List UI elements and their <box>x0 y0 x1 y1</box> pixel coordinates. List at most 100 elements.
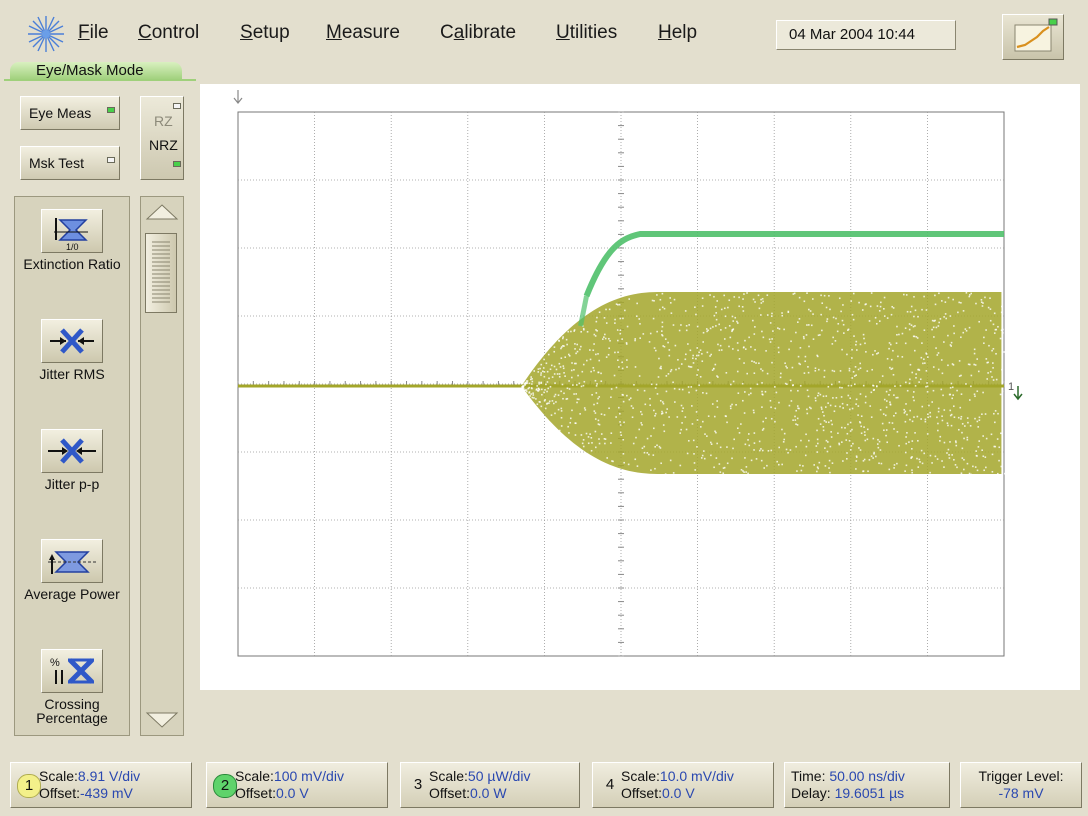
noise-speckle <box>1000 329 1003 331</box>
scrollbar-thumb[interactable] <box>145 233 177 313</box>
noise-speckle <box>896 396 899 399</box>
noise-speckle <box>621 393 624 396</box>
trigger-status[interactable]: Trigger Level: -78 mV <box>960 762 1082 808</box>
timebase-status[interactable]: Time: 50.00 ns/div Delay: 19.6051 µs <box>784 762 950 808</box>
noise-speckle <box>926 433 929 435</box>
jitter-rms-tool[interactable]: Jitter RMS <box>23 319 121 381</box>
noise-speckle <box>783 438 786 441</box>
noise-speckle <box>838 381 841 383</box>
noise-speckle <box>644 403 647 406</box>
noise-speckle <box>914 432 916 434</box>
noise-speckle <box>762 300 764 303</box>
noise-speckle <box>592 367 595 369</box>
noise-speckle <box>541 370 544 373</box>
noise-speckle <box>525 380 528 382</box>
menu-utilities[interactable]: Utilities <box>556 22 617 44</box>
noise-speckle <box>905 442 908 445</box>
noise-speckle <box>562 344 564 347</box>
noise-speckle <box>558 373 561 375</box>
noise-speckle <box>672 472 675 474</box>
noise-speckle <box>986 361 989 364</box>
average-power-button[interactable] <box>41 539 103 583</box>
channel-2-status[interactable]: 2 Scale:100 mV/div Offset:0.0 V <box>206 762 388 808</box>
noise-speckle <box>945 317 948 320</box>
jitter-pp-button[interactable] <box>41 429 103 473</box>
eye-mask-mode-tab[interactable]: Eye/Mask Mode <box>10 62 182 80</box>
noise-speckle <box>574 422 577 424</box>
application-launch-button[interactable] <box>1002 14 1064 60</box>
mask-test-button[interactable]: Msk Test <box>20 146 120 180</box>
jitter-pp-tool[interactable]: Jitter p-p <box>23 429 121 491</box>
noise-speckle <box>630 405 633 407</box>
noise-speckle <box>697 369 699 371</box>
noise-speckle <box>598 396 601 398</box>
noise-speckle <box>819 334 821 336</box>
toolbar-scrollbar[interactable] <box>140 196 184 736</box>
noise-speckle <box>993 412 995 415</box>
noise-speckle <box>925 353 928 355</box>
noise-speckle <box>853 335 855 337</box>
noise-speckle <box>607 353 610 356</box>
scroll-down-icon[interactable] <box>145 711 179 729</box>
noise-speckle <box>662 345 665 347</box>
noise-speckle <box>760 448 762 450</box>
noise-speckle <box>551 376 554 378</box>
menu-calibrate[interactable]: Calibrate <box>440 22 516 44</box>
channel-4-status[interactable]: 4 Scale:10.0 mV/div Offset:0.0 V <box>592 762 774 808</box>
menu-help[interactable]: Help <box>658 22 697 44</box>
noise-speckle <box>576 350 579 353</box>
noise-speckle <box>753 361 755 363</box>
noise-speckle <box>554 382 556 384</box>
noise-speckle <box>753 449 755 451</box>
channel-1-status[interactable]: 1 Scale:8.91 V/div Offset:-439 mV <box>10 762 192 808</box>
noise-speckle <box>598 438 600 440</box>
noise-speckle <box>943 441 946 444</box>
noise-speckle <box>842 407 844 409</box>
menu-control[interactable]: Control <box>138 22 199 44</box>
noise-speckle <box>560 425 563 427</box>
noise-speckle <box>860 432 863 435</box>
noise-speckle <box>844 427 846 429</box>
menu-file[interactable]: File <box>78 22 109 44</box>
scroll-up-icon[interactable] <box>145 203 179 221</box>
extinction-ratio-button[interactable]: 1/0 <box>41 209 103 253</box>
noise-speckle <box>894 412 897 414</box>
noise-speckle <box>958 301 961 304</box>
noise-speckle <box>598 442 601 445</box>
channel-3-status[interactable]: 3 Scale:50 µW/div Offset:0.0 W <box>400 762 580 808</box>
noise-speckle <box>603 317 606 319</box>
noise-speckle <box>660 413 663 415</box>
average-power-tool[interactable]: Average Power <box>23 539 121 601</box>
noise-speckle <box>625 343 628 345</box>
noise-speckle <box>691 405 693 407</box>
crossing-percentage-button[interactable]: % <box>41 649 103 693</box>
noise-speckle <box>960 374 962 377</box>
noise-speckle <box>634 339 636 342</box>
jitter-rms-button[interactable] <box>41 319 103 363</box>
noise-speckle <box>614 322 616 324</box>
waveform-display[interactable]: 1 <box>200 84 1080 690</box>
noise-speckle <box>722 472 725 475</box>
channel-1-scale: 8.91 V/div <box>77 768 141 784</box>
extinction-ratio-tool[interactable]: 1/0 Extinction Ratio <box>23 209 121 271</box>
noise-speckle <box>943 316 945 318</box>
noise-speckle <box>839 370 842 372</box>
menu-setup[interactable]: Setup <box>240 22 290 44</box>
rz-nrz-toggle[interactable]: RZ NRZ <box>140 96 184 180</box>
menu-measure[interactable]: Measure <box>326 22 400 44</box>
noise-speckle <box>619 332 622 335</box>
channel-4-scale: 10.0 mV/div <box>659 768 734 784</box>
noise-speckle <box>980 299 983 301</box>
noise-speckle <box>893 414 895 417</box>
jitter-rms-icon <box>50 328 94 354</box>
noise-speckle <box>752 298 755 301</box>
crossing-percentage-tool[interactable]: % Crossing Percentage <box>23 649 121 725</box>
noise-speckle <box>566 343 568 346</box>
noise-speckle <box>950 345 953 347</box>
noise-speckle <box>992 323 995 326</box>
noise-speckle <box>926 382 928 384</box>
date-time-display: 04 Mar 2004 10:44 <box>776 20 956 50</box>
eye-meas-button[interactable]: Eye Meas <box>20 96 120 130</box>
noise-speckle <box>608 407 610 410</box>
noise-speckle <box>813 464 816 466</box>
